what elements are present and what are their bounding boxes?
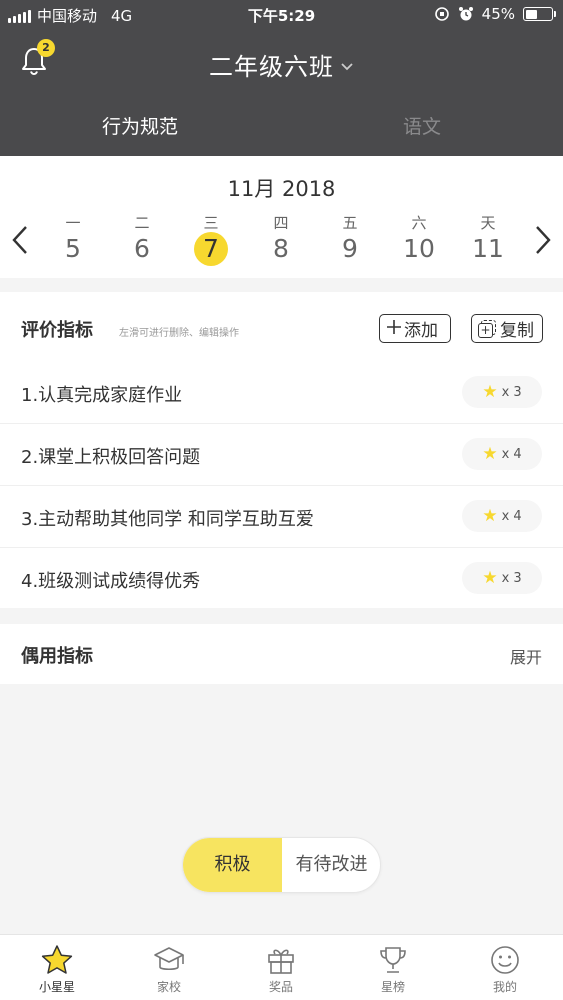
date-number: 6	[134, 234, 150, 263]
day-cell[interactable]: 二6	[112, 212, 172, 266]
smile-icon	[460, 943, 550, 977]
multiplier-value: x 3	[501, 570, 522, 586]
date-number: 5	[65, 234, 81, 263]
indicator-row[interactable]: 2.课堂上积极回答问题 ★ x 4	[0, 424, 563, 486]
indicator-label: 1.认真完成家庭作业	[21, 385, 183, 406]
weekday-label: 二	[134, 214, 150, 232]
indicators-title: 评价指标	[21, 320, 93, 341]
chevron-left-icon	[12, 226, 27, 254]
date-number: 7	[194, 232, 228, 266]
chevron-down-icon	[340, 60, 354, 76]
day-cell[interactable]: 五9	[320, 212, 380, 266]
nav-label: 我的	[492, 980, 517, 994]
status-right: 45%	[434, 5, 556, 23]
star-multiplier[interactable]: ★ x 4	[462, 500, 542, 532]
battery-icon	[523, 7, 556, 21]
improve-mode-button[interactable]: 有待改进	[282, 838, 381, 892]
orientation-lock-icon	[434, 7, 449, 21]
weekday-label: 四	[273, 214, 289, 232]
week-calendar: 11月 2018 一5 二6 三7 四8 五9 六 10 天 11	[0, 156, 563, 278]
multiplier-value: x 4	[501, 508, 522, 524]
expand-button[interactable]: 展开	[510, 644, 542, 668]
plus-icon	[386, 318, 402, 340]
copy-indicator-button[interactable]: + 复制	[471, 314, 543, 343]
next-week-button[interactable]	[533, 224, 553, 262]
add-indicator-button[interactable]: 添加	[379, 314, 451, 343]
class-name: 二年级六班	[209, 53, 334, 81]
trophy-icon	[348, 943, 438, 977]
battery-fill	[525, 9, 537, 19]
gift-icon	[236, 943, 326, 977]
weekday-label: 六	[411, 214, 427, 232]
nav-label: 家校	[156, 980, 181, 994]
indicator-row[interactable]: 3.主动帮助其他同学 和同学互助互爱 ★ x 4	[0, 486, 563, 548]
class-selector[interactable]: 二年级六班	[0, 47, 563, 82]
weekday-label: 天	[480, 214, 496, 232]
indicator-label: 4.班级测试成绩得优秀	[21, 571, 201, 592]
bottom-nav: 小星星 家校 奖品 星榜 我的	[0, 934, 563, 1000]
nav-item-stars[interactable]: 小星星	[12, 943, 102, 995]
battery-percent: 45%	[481, 5, 515, 23]
nav-label: 星榜	[380, 980, 405, 994]
nav-item-prizes[interactable]: 奖品	[236, 943, 326, 995]
prev-week-button[interactable]	[10, 224, 30, 262]
copy-label: 复制	[500, 321, 534, 341]
date-number: 8	[273, 234, 289, 263]
positive-mode-button[interactable]: 积极	[183, 838, 282, 892]
weekday-label: 一	[65, 214, 81, 232]
subject-tabs: 行为规范 语文	[0, 112, 563, 142]
star-multiplier[interactable]: ★ x 3	[462, 376, 542, 408]
nav-label: 小星星	[38, 980, 75, 994]
day-cell[interactable]: 四8	[251, 212, 311, 266]
date-number: 11	[472, 234, 504, 263]
add-label: 添加	[404, 321, 438, 341]
star-multiplier[interactable]: ★ x 4	[462, 438, 542, 470]
indicators-card: 评价指标 左滑可进行删除、编辑操作 添加 + 复制 1.认真完成家庭作业 ★ x …	[0, 292, 563, 608]
day-cell[interactable]: 天 11	[458, 212, 518, 266]
common-title: 偶用指标	[21, 646, 93, 667]
copy-icon: +	[478, 319, 496, 338]
day-cell-selected[interactable]: 三7	[181, 212, 241, 266]
day-cell[interactable]: 六 10	[389, 212, 449, 266]
star-icon	[12, 943, 102, 977]
alarm-icon	[458, 7, 473, 21]
date-number: 10	[403, 234, 435, 263]
multiplier-value: x 3	[501, 384, 522, 400]
date-number: 9	[342, 234, 358, 263]
week-days: 一5 二6 三7 四8 五9 六 10 天 11	[38, 212, 523, 272]
weekday-label: 五	[342, 214, 358, 232]
app-header: 2 二年级六班 行为规范 语文	[0, 30, 563, 156]
indicator-label: 3.主动帮助其他同学 和同学互助互爱	[21, 509, 314, 530]
indicators-hint: 左滑可进行删除、编辑操作	[119, 328, 239, 339]
nav-item-me[interactable]: 我的	[460, 943, 550, 995]
star-icon: ★	[482, 382, 498, 402]
weekday-label: 三	[203, 214, 219, 232]
common-indicators-card[interactable]: 偶用指标 展开	[0, 624, 563, 684]
nav-label: 奖品	[268, 980, 293, 994]
school-cap-icon	[124, 943, 214, 977]
star-icon: ★	[482, 444, 498, 464]
month-label: 11月 2018	[227, 177, 336, 201]
day-cell[interactable]: 一5	[43, 212, 103, 266]
tab-chinese[interactable]: 语文	[352, 112, 492, 139]
indicators-header: 评价指标 左滑可进行删除、编辑操作 添加 + 复制	[21, 314, 543, 344]
star-icon: ★	[482, 506, 498, 526]
tab-behavior[interactable]: 行为规范	[70, 112, 210, 139]
indicator-row[interactable]: 4.班级测试成绩得优秀 ★ x 3	[0, 548, 563, 610]
star-multiplier[interactable]: ★ x 3	[462, 562, 542, 594]
chevron-right-icon	[536, 226, 551, 254]
mode-toggle: 积极 有待改进	[182, 837, 381, 893]
status-bar: 中国移动 4G 下午5:29 45%	[0, 0, 563, 30]
nav-item-ranking[interactable]: 星榜	[348, 943, 438, 995]
star-icon: ★	[482, 568, 498, 588]
indicator-label: 2.课堂上积极回答问题	[21, 447, 201, 468]
multiplier-value: x 4	[501, 446, 522, 462]
indicator-row[interactable]: 1.认真完成家庭作业 ★ x 3	[0, 362, 563, 424]
nav-item-school[interactable]: 家校	[124, 943, 214, 995]
